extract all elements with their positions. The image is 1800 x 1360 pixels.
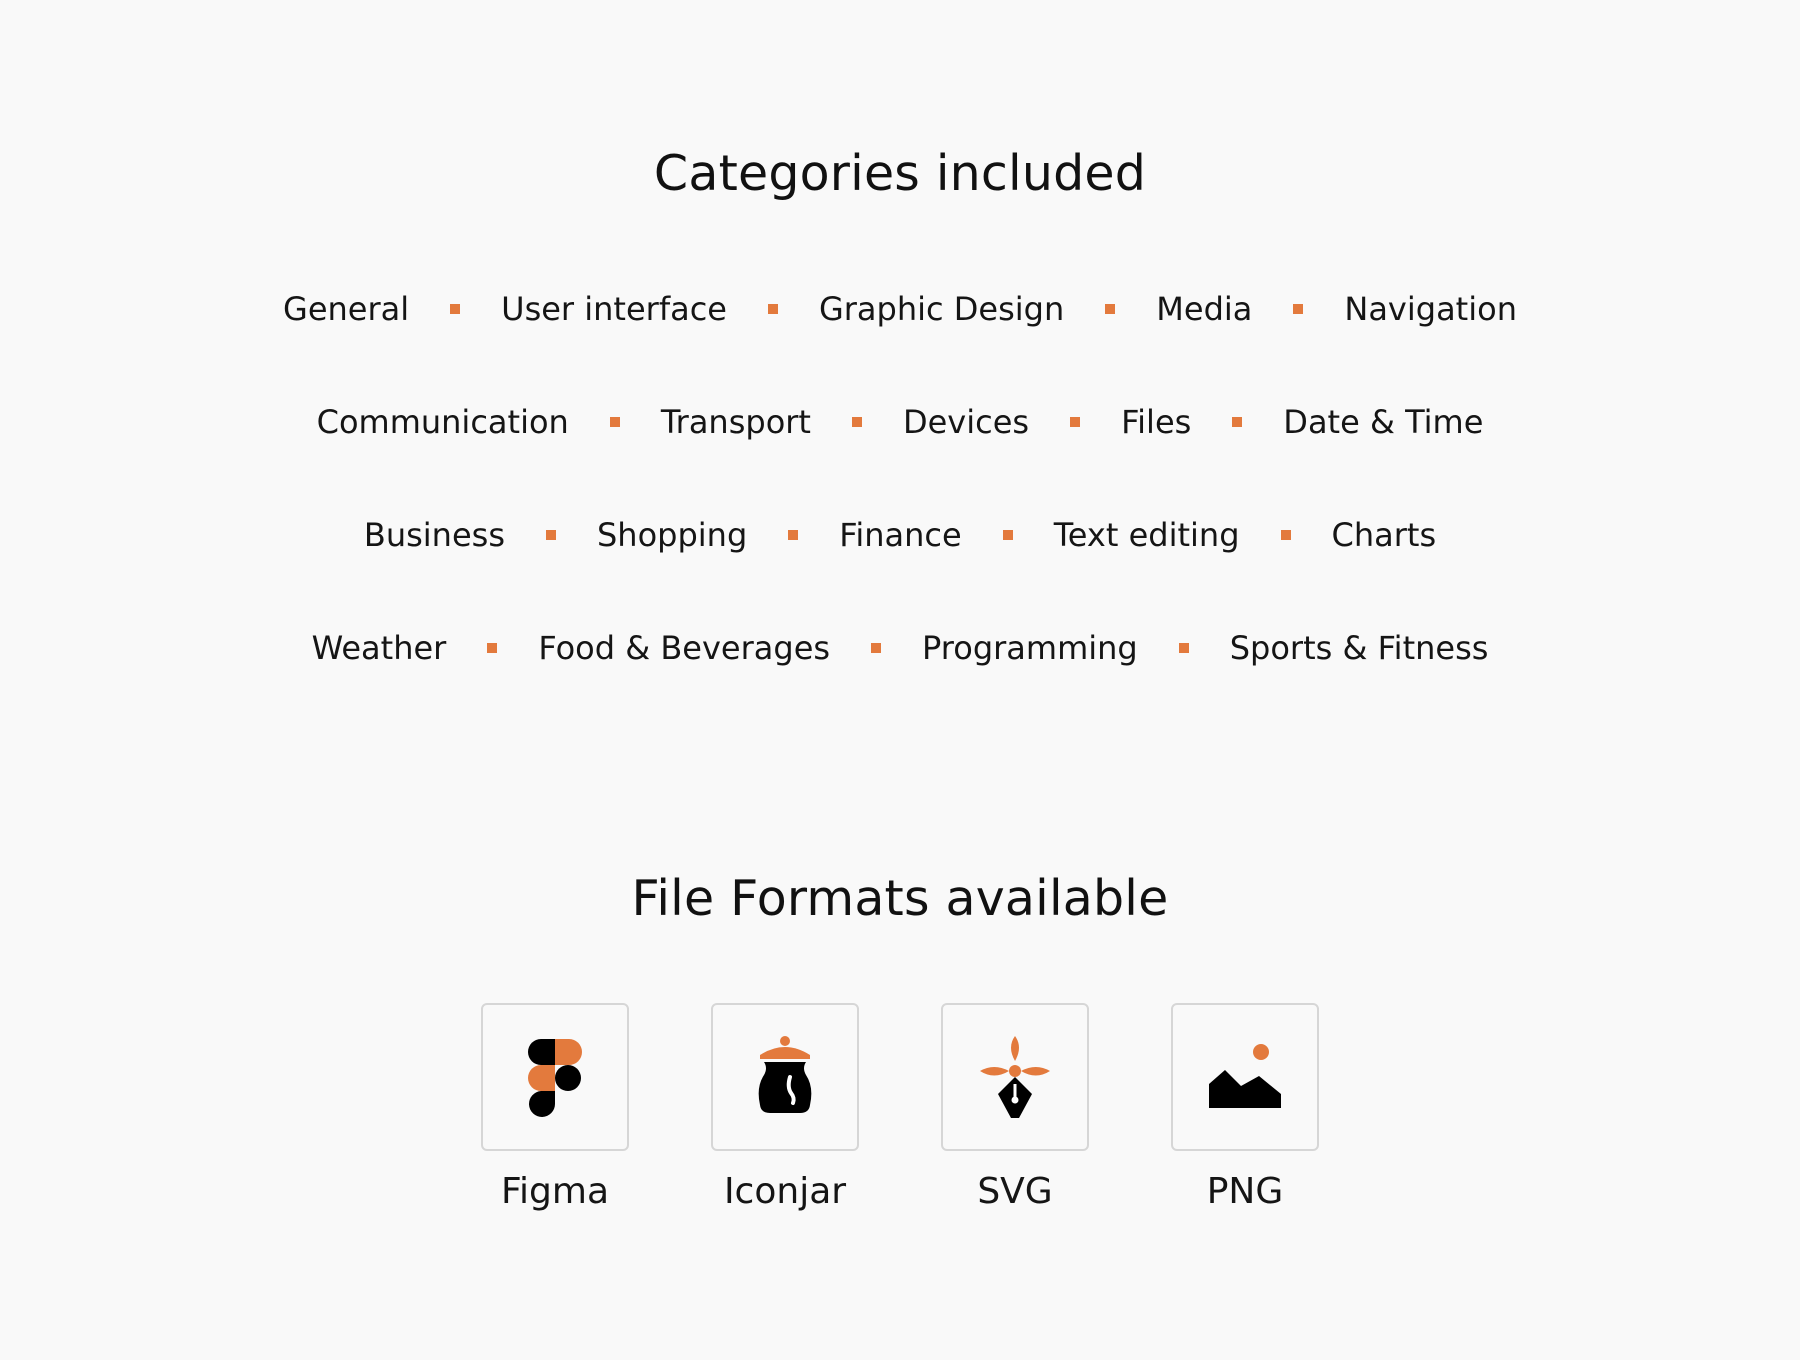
separator-dot bbox=[1293, 304, 1304, 314]
category-item: General bbox=[283, 290, 410, 328]
category-item: Shopping bbox=[596, 516, 748, 554]
format-png: PNG bbox=[1170, 1003, 1320, 1212]
format-iconjar: Iconjar bbox=[710, 1003, 860, 1212]
format-label: PNG bbox=[1206, 1171, 1284, 1212]
format-label: Figma bbox=[500, 1171, 610, 1212]
category-row: Communication Transport Devices Files Da… bbox=[0, 398, 1800, 446]
separator-dot bbox=[1070, 417, 1081, 427]
format-tile bbox=[481, 1003, 629, 1151]
category-row: Business Shopping Finance Text editing C… bbox=[0, 511, 1800, 559]
category-item: Navigation bbox=[1344, 290, 1517, 328]
separator-dot bbox=[487, 643, 498, 653]
category-item: Files bbox=[1121, 403, 1192, 441]
category-item: Finance bbox=[839, 516, 962, 554]
category-item: Media bbox=[1156, 290, 1253, 328]
category-item: Devices bbox=[902, 403, 1030, 441]
category-item: Weather bbox=[311, 629, 447, 667]
format-tile bbox=[711, 1003, 859, 1151]
format-list: Figma Iconjar SVG PNG bbox=[0, 1003, 1800, 1212]
category-item: Sports & Fitness bbox=[1229, 629, 1489, 667]
category-item: User interface bbox=[501, 290, 727, 328]
separator-dot bbox=[1178, 643, 1189, 653]
category-item: Graphic Design bbox=[818, 290, 1065, 328]
pen-nib-icon bbox=[980, 1036, 1050, 1118]
separator-dot bbox=[450, 304, 461, 314]
format-tile bbox=[1171, 1003, 1319, 1151]
format-label: SVG bbox=[977, 1171, 1053, 1212]
jar-icon bbox=[758, 1036, 812, 1113]
separator-dot bbox=[1232, 417, 1243, 427]
separator-dot bbox=[1105, 304, 1116, 314]
category-item: Food & Beverages bbox=[538, 629, 831, 667]
category-item: Business bbox=[363, 516, 505, 554]
category-item: Programming bbox=[922, 629, 1138, 667]
category-item: Communication bbox=[316, 403, 569, 441]
format-svg: SVG bbox=[940, 1003, 1090, 1212]
category-item: Text editing bbox=[1053, 516, 1240, 554]
category-item: Date & Time bbox=[1283, 403, 1484, 441]
separator-dot bbox=[1002, 530, 1013, 540]
separator-dot bbox=[545, 530, 556, 540]
category-item: Transport bbox=[660, 403, 811, 441]
categories-title: Categories included bbox=[653, 145, 1147, 202]
separator-dot bbox=[609, 417, 620, 427]
formats-title: File Formats available bbox=[631, 870, 1169, 927]
format-label: Iconjar bbox=[723, 1171, 847, 1212]
category-item: Charts bbox=[1331, 516, 1437, 554]
separator-dot bbox=[767, 304, 778, 314]
separator-dot bbox=[1280, 530, 1291, 540]
category-row: General User interface Graphic Design Me… bbox=[0, 285, 1800, 333]
format-figma: Figma bbox=[480, 1003, 630, 1212]
format-tile bbox=[941, 1003, 1089, 1151]
separator-dot bbox=[788, 530, 799, 540]
image-icon bbox=[1209, 1044, 1281, 1108]
category-row: Weather Food & Beverages Programming Spo… bbox=[0, 624, 1800, 672]
separator-dot bbox=[851, 417, 862, 427]
figma-icon bbox=[528, 1039, 582, 1117]
separator-dot bbox=[871, 643, 882, 653]
